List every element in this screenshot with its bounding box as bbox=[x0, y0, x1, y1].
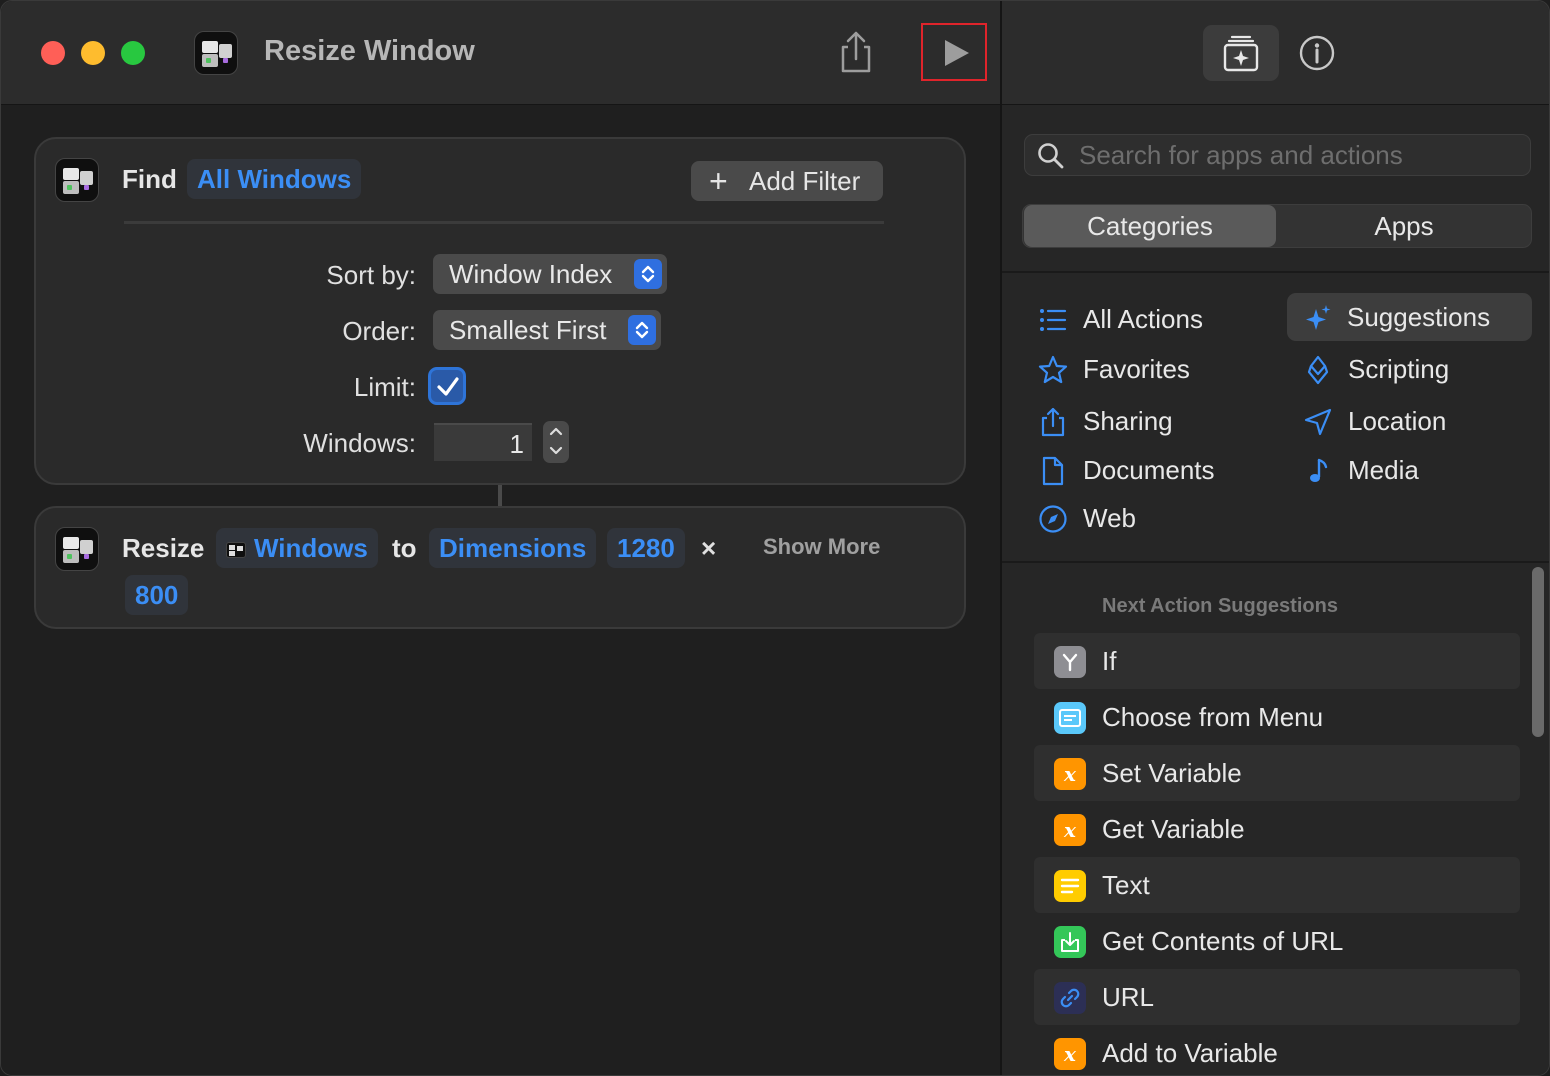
suggestion-text[interactable]: Text bbox=[1034, 857, 1520, 913]
if-icon bbox=[1054, 646, 1086, 678]
limit-checkbox[interactable] bbox=[428, 367, 466, 405]
windows-variable-token[interactable]: Windows bbox=[216, 528, 378, 568]
suggestion-choose-from-menu[interactable]: Choose from Menu bbox=[1034, 689, 1520, 745]
library-icon bbox=[1223, 35, 1259, 72]
category-documents[interactable]: Documents bbox=[1038, 446, 1258, 494]
suggestion-set-variable[interactable]: x Set Variable bbox=[1034, 745, 1520, 801]
suggestion-get-contents-of-url[interactable]: Get Contents of URL bbox=[1034, 913, 1520, 969]
windows-action-icon bbox=[55, 527, 99, 571]
order-label: Order: bbox=[342, 316, 416, 346]
scrollbar-thumb[interactable] bbox=[1532, 567, 1544, 737]
windows-count-label: Windows: bbox=[303, 428, 416, 458]
plus-icon: + bbox=[709, 163, 728, 199]
compass-icon bbox=[1039, 505, 1067, 533]
suggestion-url[interactable]: URL bbox=[1034, 969, 1520, 1025]
share-icon[interactable] bbox=[837, 31, 875, 73]
document-icon bbox=[1042, 456, 1064, 486]
category-media[interactable]: Media bbox=[1303, 446, 1532, 494]
height-field[interactable]: 800 bbox=[125, 575, 189, 615]
divider bbox=[1002, 271, 1549, 273]
run-button[interactable] bbox=[921, 23, 987, 81]
sort-by-label: Sort by: bbox=[326, 260, 416, 290]
suggestion-add-to-variable[interactable]: x Add to Variable bbox=[1034, 1025, 1520, 1075]
windows-action-icon bbox=[55, 158, 99, 202]
download-icon bbox=[1054, 926, 1086, 958]
scripting-icon bbox=[1307, 355, 1329, 385]
order-popup[interactable]: Smallest First bbox=[433, 310, 661, 350]
library-segmented-control: Categories Apps bbox=[1022, 204, 1532, 248]
sparkle-icon bbox=[1306, 305, 1331, 330]
windows-mini-icon bbox=[226, 542, 246, 559]
shortcut-icon[interactable] bbox=[194, 31, 238, 75]
action-library-button[interactable] bbox=[1203, 25, 1279, 81]
play-icon bbox=[945, 40, 969, 66]
resize-label: Resize bbox=[122, 533, 205, 563]
action-library-sidebar: Categories Apps All Actions Favorites Sh… bbox=[1000, 1, 1549, 1075]
chevron-updown-icon bbox=[628, 315, 656, 345]
suggestions-header: Next Action Suggestions bbox=[1102, 595, 1338, 617]
times-label: × bbox=[701, 533, 717, 563]
divider bbox=[124, 221, 884, 224]
close-window-button[interactable] bbox=[41, 41, 65, 65]
to-label: to bbox=[392, 533, 417, 563]
shortcut-title[interactable]: Resize Window bbox=[264, 35, 475, 68]
star-icon bbox=[1038, 355, 1068, 384]
all-windows-token[interactable]: All Windows bbox=[187, 159, 362, 199]
list-icon bbox=[1040, 309, 1067, 331]
category-favorites[interactable]: Favorites bbox=[1038, 345, 1258, 393]
category-location[interactable]: Location bbox=[1303, 397, 1532, 445]
tab-apps[interactable]: Apps bbox=[1278, 205, 1530, 247]
shortcut-editor: Resize Window Find All Windows + Add Fil… bbox=[1, 1, 1000, 1075]
add-filter-button[interactable]: + Add Filter bbox=[691, 161, 883, 201]
category-sharing[interactable]: Sharing bbox=[1038, 397, 1258, 445]
minimize-window-button[interactable] bbox=[81, 41, 105, 65]
dimensions-token[interactable]: Dimensions bbox=[429, 528, 597, 568]
variable-icon: x bbox=[1054, 758, 1086, 790]
search-input[interactable] bbox=[1079, 139, 1519, 171]
category-suggestions[interactable]: Suggestions bbox=[1287, 293, 1532, 341]
windows-count-field[interactable]: 1 bbox=[434, 423, 532, 461]
action-connector bbox=[498, 485, 502, 507]
variable-icon: x bbox=[1054, 1038, 1086, 1070]
tab-categories[interactable]: Categories bbox=[1024, 205, 1276, 247]
windows-count-stepper[interactable] bbox=[543, 421, 569, 463]
width-field[interactable]: 1280 bbox=[607, 528, 685, 568]
menu-icon bbox=[1054, 702, 1086, 734]
sort-by-popup[interactable]: Window Index bbox=[433, 254, 667, 294]
info-icon[interactable] bbox=[1299, 35, 1335, 71]
titlebar: Resize Window bbox=[1, 1, 1000, 105]
divider bbox=[1002, 561, 1549, 563]
limit-label: Limit: bbox=[353, 372, 416, 402]
category-web[interactable]: Web bbox=[1038, 494, 1258, 542]
variable-icon: x bbox=[1054, 814, 1086, 846]
find-label: Find bbox=[122, 164, 177, 194]
location-arrow-icon bbox=[1304, 408, 1332, 436]
share-icon bbox=[1041, 407, 1065, 437]
music-note-icon bbox=[1310, 458, 1328, 482]
sidebar-toolbar bbox=[1002, 1, 1549, 105]
show-more-button[interactable]: Show More bbox=[763, 534, 880, 560]
suggestion-get-variable[interactable]: x Get Variable bbox=[1034, 801, 1520, 857]
shortcuts-window: Resize Window Find All Windows + Add Fil… bbox=[0, 0, 1550, 1076]
zoom-window-button[interactable] bbox=[121, 41, 145, 65]
category-all-actions[interactable]: All Actions bbox=[1038, 295, 1258, 343]
link-icon bbox=[1054, 982, 1086, 1014]
suggestion-if[interactable]: If bbox=[1034, 633, 1520, 689]
category-scripting[interactable]: Scripting bbox=[1303, 345, 1532, 393]
search-field[interactable] bbox=[1024, 134, 1531, 176]
search-icon bbox=[1038, 143, 1064, 169]
text-icon bbox=[1054, 870, 1086, 902]
chevron-updown-icon bbox=[634, 259, 662, 289]
